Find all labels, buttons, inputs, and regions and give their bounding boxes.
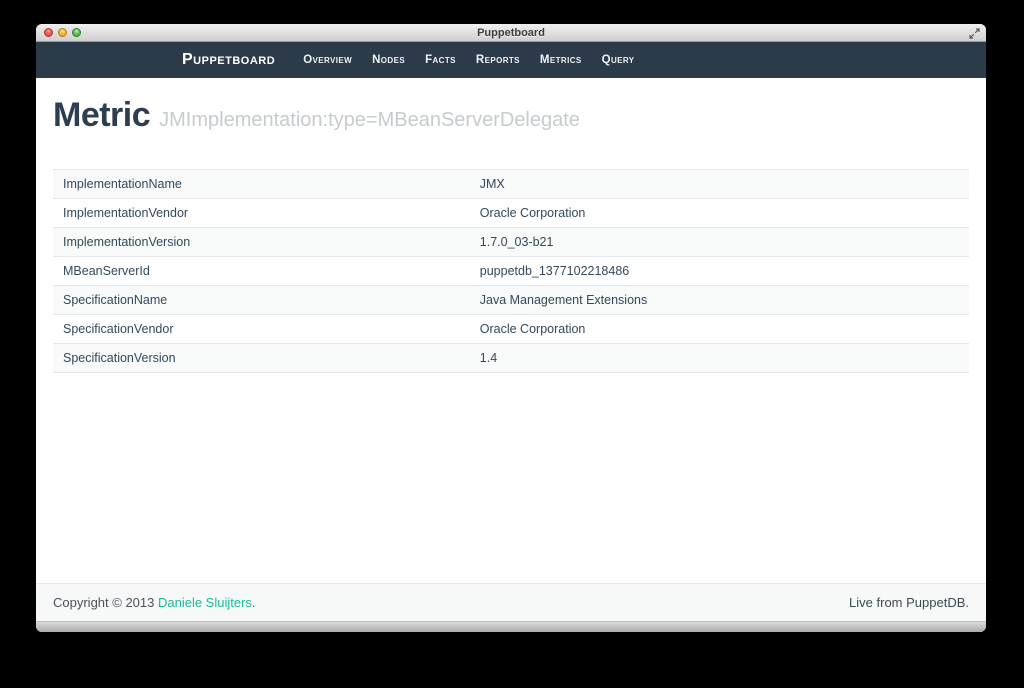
footer-author-link[interactable]: Daniele Sluijters — [158, 595, 252, 610]
metric-key-cell: MBeanServerId — [53, 257, 470, 286]
metric-value-cell: puppetdb_1377102218486 — [470, 257, 969, 286]
metric-key-cell: ImplementationVendor — [53, 199, 470, 228]
metric-key-cell: ImplementationVersion — [53, 228, 470, 257]
copyright-prefix: Copyright © 2013 — [53, 595, 158, 610]
table-row: ImplementationName JMX — [53, 170, 969, 199]
copyright-text: Copyright © 2013 Daniele Sluijters. — [53, 595, 256, 610]
main-content: Metric JMImplementation:type=MBeanServerD… — [36, 78, 986, 583]
page-heading: Metric JMImplementation:type=MBeanServerD… — [53, 93, 969, 144]
window-titlebar[interactable]: Puppetboard — [36, 24, 986, 42]
page-subtitle: JMImplementation:type=MBeanServerDelegat… — [159, 109, 580, 131]
nav-item-nodes[interactable]: Nodes — [362, 54, 415, 66]
metric-table: ImplementationName JMX ImplementationVen… — [53, 169, 969, 373]
metric-key-cell: SpecificationVendor — [53, 315, 470, 344]
metric-value-cell: 1.7.0_03-b21 — [470, 228, 969, 257]
table-row: MBeanServerId puppetdb_1377102218486 — [53, 257, 969, 286]
metric-value-cell: Java Management Extensions — [470, 286, 969, 315]
fullscreen-icon — [969, 28, 980, 39]
page-title: Metric — [53, 96, 150, 134]
nav-item-reports[interactable]: Reports — [466, 54, 530, 66]
nav-item-facts[interactable]: Facts — [415, 54, 466, 66]
zoom-button[interactable] — [72, 28, 81, 37]
nav-item-metrics[interactable]: Metrics — [530, 54, 592, 66]
metric-key-cell: ImplementationName — [53, 170, 470, 199]
metric-value-cell: 1.4 — [470, 344, 969, 373]
fullscreen-button[interactable] — [968, 27, 980, 39]
table-row: SpecificationName Java Management Extens… — [53, 286, 969, 315]
app-window: Puppetboard Puppetboard Overview Nodes F… — [36, 24, 986, 632]
navbar: Puppetboard Overview Nodes Facts Reports… — [36, 42, 986, 78]
metric-value-cell: Oracle Corporation — [470, 199, 969, 228]
nav-item-overview[interactable]: Overview — [293, 54, 362, 66]
metric-key-cell: SpecificationName — [53, 286, 470, 315]
footer: Copyright © 2013 Daniele Sluijters. Live… — [36, 583, 986, 621]
metric-key-cell: SpecificationVersion — [53, 344, 470, 373]
live-from-puppetdb-text: Live from PuppetDB. — [849, 595, 969, 610]
table-row: ImplementationVendor Oracle Corporation — [53, 199, 969, 228]
copyright-suffix: . — [252, 595, 256, 610]
window-title: Puppetboard — [477, 27, 545, 39]
minimize-button[interactable] — [58, 28, 67, 37]
window-controls — [44, 24, 81, 41]
table-row: ImplementationVersion 1.7.0_03-b21 — [53, 228, 969, 257]
nav-item-query[interactable]: Query — [592, 54, 645, 66]
metric-value-cell: Oracle Corporation — [470, 315, 969, 344]
window-bottom-edge — [36, 621, 986, 632]
close-button[interactable] — [44, 28, 53, 37]
table-row: SpecificationVendor Oracle Corporation — [53, 315, 969, 344]
table-row: SpecificationVersion 1.4 — [53, 344, 969, 373]
navbar-brand[interactable]: Puppetboard — [182, 51, 293, 69]
metric-value-cell: JMX — [470, 170, 969, 199]
